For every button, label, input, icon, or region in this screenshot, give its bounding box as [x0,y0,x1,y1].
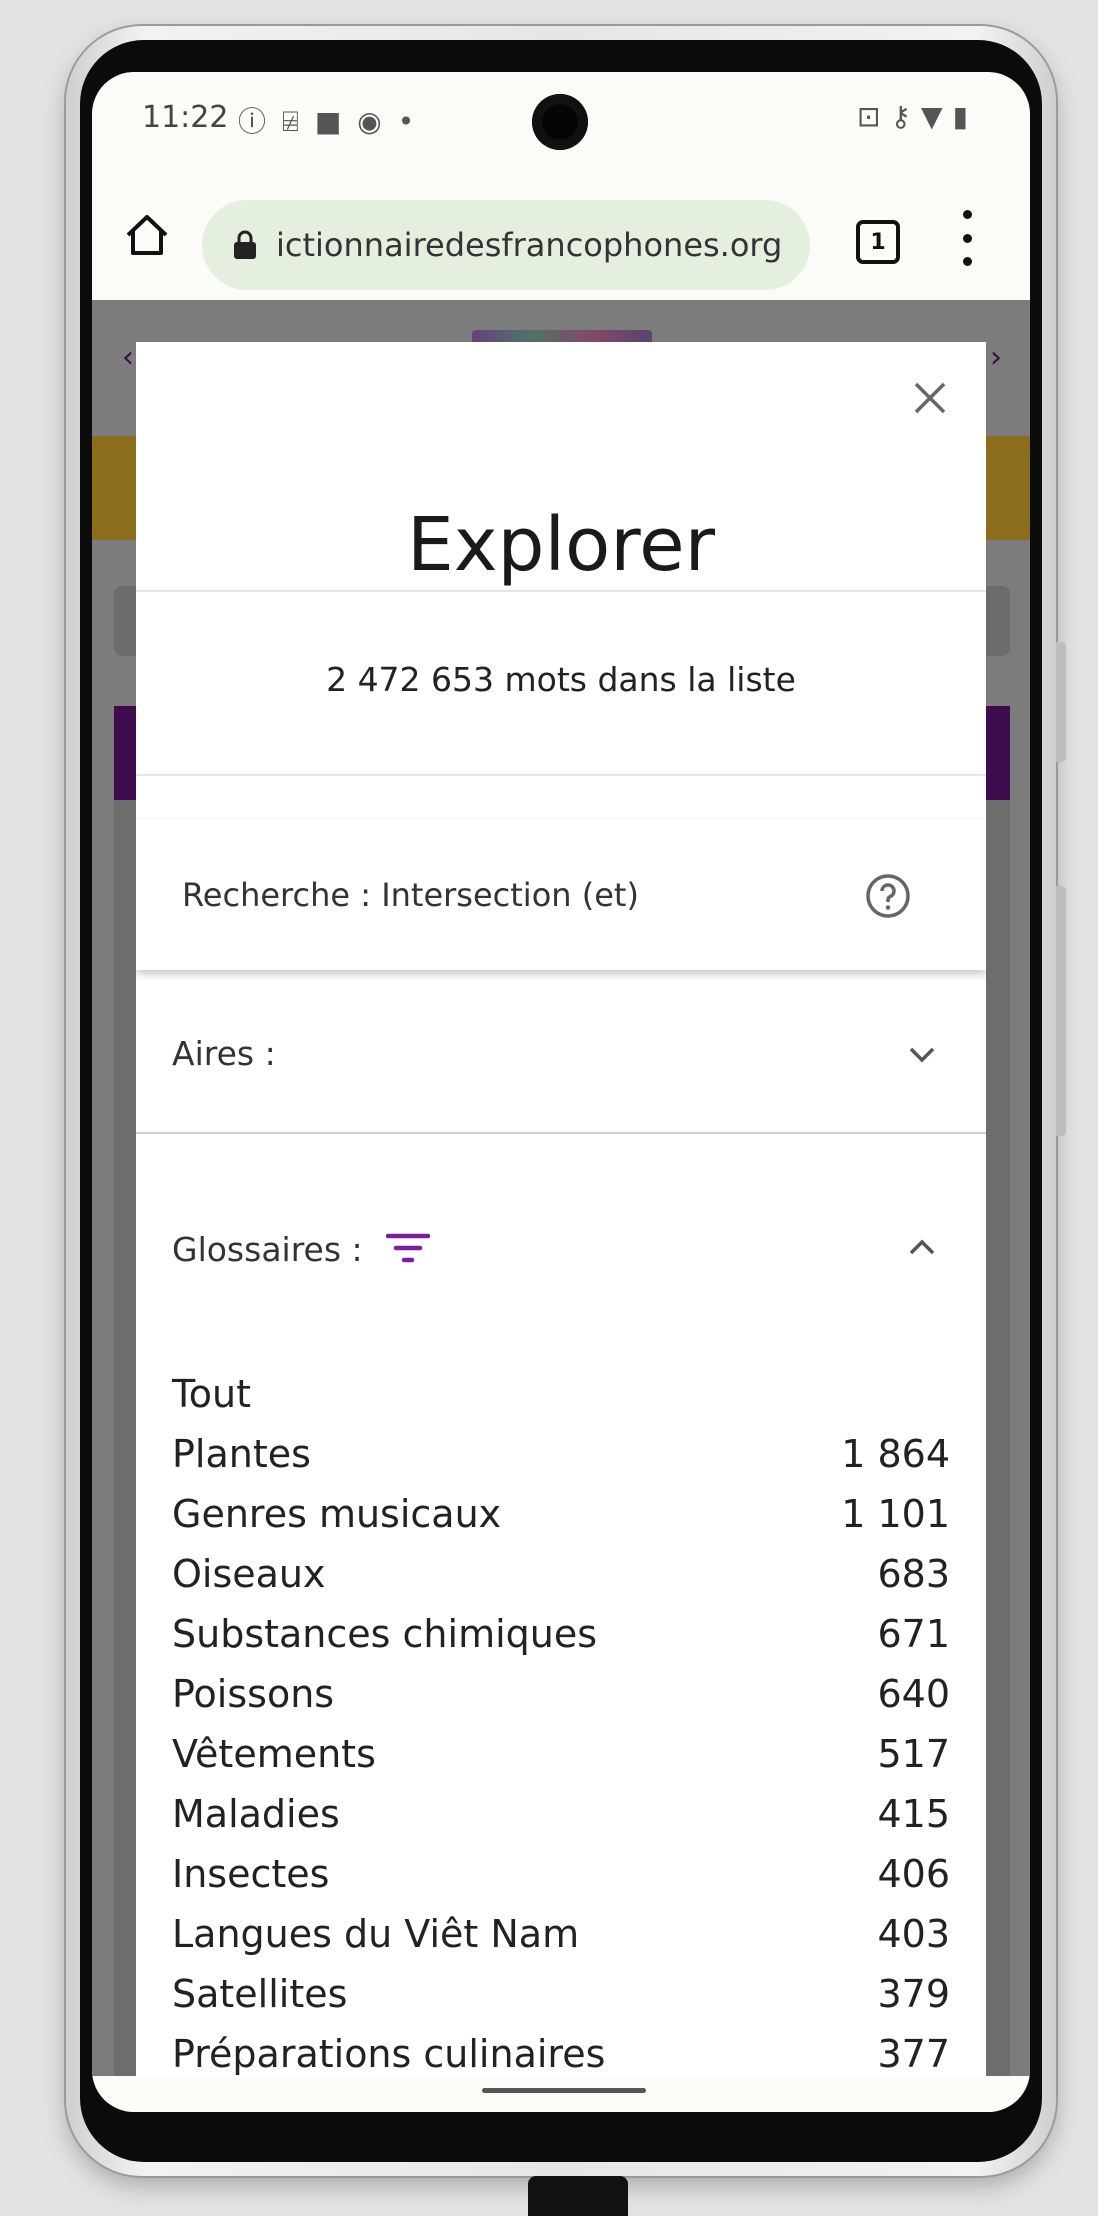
glossaire-label: Tout [172,1372,251,1416]
list-item[interactable]: Maladies 415 [172,1792,950,1852]
aires-label: Aires : [172,1034,276,1073]
glossaire-count: 1 864 [841,1432,950,1476]
glossaire-count: 379 [877,1972,950,2016]
glossaire-label: Plantes [172,1432,311,1476]
glossaire-label: Vêtements [172,1732,376,1776]
forward-arrow-icon: › [990,340,1002,375]
cast-icon: ⊡ [857,100,891,133]
vpn-key-icon: ⚷ [890,100,922,133]
info-icon: ⓘ [238,105,283,138]
list-item[interactable]: Substances chimiques 671 [172,1612,950,1672]
glossaires-section[interactable]: Glossaires : [136,1192,986,1312]
glossaire-label: Poissons [172,1672,335,1716]
battery-charging-icon: ▮ [952,100,978,133]
glossaire-label: Oiseaux [172,1552,326,1596]
list-item[interactable]: Vêtements 517 [172,1732,950,1792]
menu-dot-icon [962,233,972,243]
chevron-down-icon [909,1047,935,1063]
dot-icon: • [397,105,431,138]
divider [136,590,986,592]
list-item[interactable]: Tout [172,1372,950,1432]
list-item[interactable]: Genres musicaux 1 101 [172,1492,950,1552]
list-item[interactable]: Poissons 640 [172,1672,950,1732]
glossaires-label: Glossaires : [172,1230,363,1269]
glossaire-label: Genres musicaux [172,1492,502,1536]
filter-icon[interactable] [386,1232,430,1266]
glossaire-count: 683 [877,1552,950,1596]
list-item[interactable]: Insectes 406 [172,1852,950,1912]
square-app-icon: ■ [314,105,358,138]
page-backdrop[interactable]: ‹ › Explorer 2 472 653 mots dans la list… [92,300,1030,2112]
glossaire-label: Satellites [172,1972,348,2016]
list-item[interactable]: Langues du Viêt Nam 403 [172,1912,950,1972]
browser-menu-button[interactable] [952,210,982,266]
home-button[interactable] [116,204,178,266]
menu-dot-icon [962,257,972,266]
divider [136,774,986,776]
explorer-modal: Explorer 2 472 653 mots dans la liste Re… [136,342,986,2112]
gesture-handle[interactable] [482,2088,646,2093]
address-bar[interactable]: ictionnairedesfrancophones.org [202,200,810,290]
usb-cable [528,2176,628,2216]
glossaire-label: Maladies [172,1792,340,1836]
glossaire-label: Insectes [172,1852,330,1896]
status-left-icons: ⓘ⍯■◉• [238,100,430,140]
tabs-button[interactable]: 1 [856,220,900,264]
glossaires-list: Tout Plantes 1 864 Genres musicaux 1 101 O… [172,1372,950,2092]
glossaire-count: 415 [877,1792,950,1836]
status-right-icons: ⊡⚷▼▮ [857,100,978,133]
browser-toolbar: ictionnairedesfrancophones.org 1 [92,170,1030,300]
cpu-icon: ⍯ [282,105,315,138]
power-button [1056,886,1066,1136]
glossaire-label: Préparations culinaires [172,2032,606,2076]
status-bar: 11:22 ⓘ⍯■◉• ⊡⚷▼▮ [92,72,1030,170]
search-mode-label: Recherche : Intersection (et) [182,876,639,914]
glossaire-label: Substances chimiques [172,1612,598,1656]
glossaire-label: Langues du Viêt Nam [172,1912,580,1956]
glossaire-count: 671 [877,1612,950,1656]
home-icon [126,215,168,255]
url-text: ictionnairedesfrancophones.org [276,226,783,264]
modal-title: Explorer [406,502,716,588]
glossaire-count: 403 [877,1912,950,1956]
front-camera [532,94,588,150]
list-item[interactable]: Plantes 1 864 [172,1432,950,1492]
volume-button [1056,642,1066,762]
word-count: 2 472 653 mots dans la liste [326,660,796,699]
phone-screen: 11:22 ⓘ⍯■◉• ⊡⚷▼▮ ictionnairedesfrancopho… [92,72,1030,2112]
search-mode-card[interactable]: Recherche : Intersection (et) [136,820,986,970]
back-arrow-icon: ‹ [122,340,134,375]
aires-section[interactable]: Aires : [136,994,986,1114]
glossaire-count: 406 [877,1852,950,1896]
list-item[interactable]: Satellites 379 [172,1972,950,2032]
help-icon[interactable] [864,872,912,920]
divider [136,1132,986,1134]
glossaire-count: 1 101 [841,1492,950,1536]
list-item[interactable]: Oiseaux 683 [172,1552,950,1612]
menu-dot-icon [962,210,972,219]
sync-app-icon: ◉ [357,105,398,138]
close-icon [914,382,946,414]
chevron-up-icon [909,1239,935,1255]
navigation-bar [92,2076,1030,2112]
glossaire-count: 377 [877,2032,950,2076]
lock-icon [232,229,262,261]
glossaire-count: 640 [877,1672,950,1716]
status-time: 11:22 [142,100,229,135]
glossaire-count: 517 [877,1732,950,1776]
wifi-icon: ▼ [921,100,953,133]
close-button[interactable] [910,378,950,418]
